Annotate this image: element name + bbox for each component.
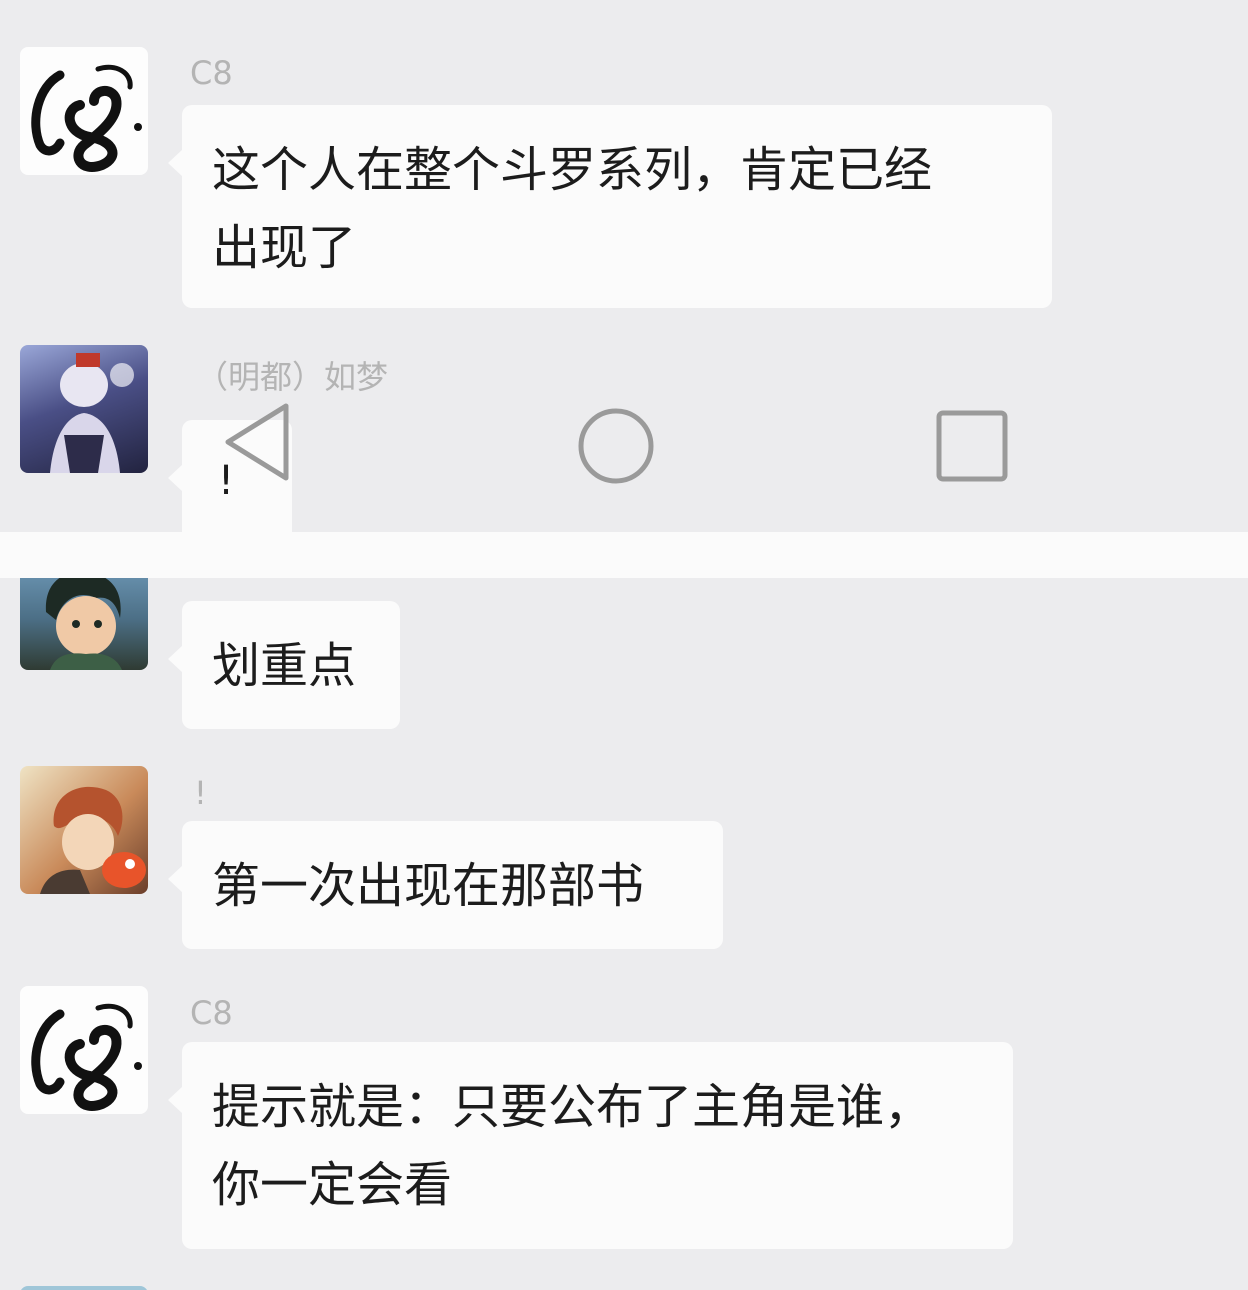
chat-panel-bottom: 划重点 ! 第一次出现在那部书 C8 提示就是：只要公布了主角是谁， 你一定会看 (0, 578, 1248, 1290)
avatar-partial[interactable] (20, 1286, 148, 1290)
avatar-user[interactable] (20, 578, 148, 670)
sender-name: （明都）如梦 (196, 358, 389, 396)
message-line: 出现了 (212, 220, 357, 276)
message-bubble[interactable]: 第一次出现在那部书 (168, 821, 723, 949)
home-icon[interactable] (574, 404, 658, 488)
navigation-bar (0, 396, 1248, 496)
message-line: 你一定会看 (212, 1157, 453, 1213)
sender-name: C8 (190, 54, 233, 92)
back-icon[interactable] (218, 396, 298, 486)
message-bubble[interactable]: 提示就是：只要公布了主角是谁， 你一定会看 (168, 1042, 1013, 1249)
avatar-user[interactable] (20, 766, 148, 894)
avatar-c8[interactable] (20, 986, 148, 1114)
recents-icon[interactable] (934, 408, 1010, 484)
anime-character-image (45, 578, 122, 670)
message-bubble[interactable]: 划重点 (168, 601, 400, 729)
c8-logo-icon (31, 1003, 142, 1111)
avatar-c8[interactable] (20, 47, 148, 175)
anime-character-image (40, 786, 146, 894)
message-line: 第一次出现在那部书 (212, 858, 645, 914)
message-bubble[interactable]: 这个人在整个斗罗系列，肯定已经 出现了 (168, 105, 1052, 308)
chat-panel-top: C8 这个人在整个斗罗系列，肯定已经 出现了 （明都）如梦 ! (0, 0, 1248, 532)
sender-name: ! (194, 774, 207, 812)
message-line: 提示就是：只要公布了主角是谁， (212, 1079, 933, 1135)
message-line: 划重点 (212, 638, 357, 694)
message-line: 这个人在整个斗罗系列，肯定已经 (212, 142, 933, 198)
screenshot-divider (0, 532, 1248, 578)
sender-name: C8 (190, 994, 233, 1032)
c8-logo-icon (31, 64, 142, 172)
